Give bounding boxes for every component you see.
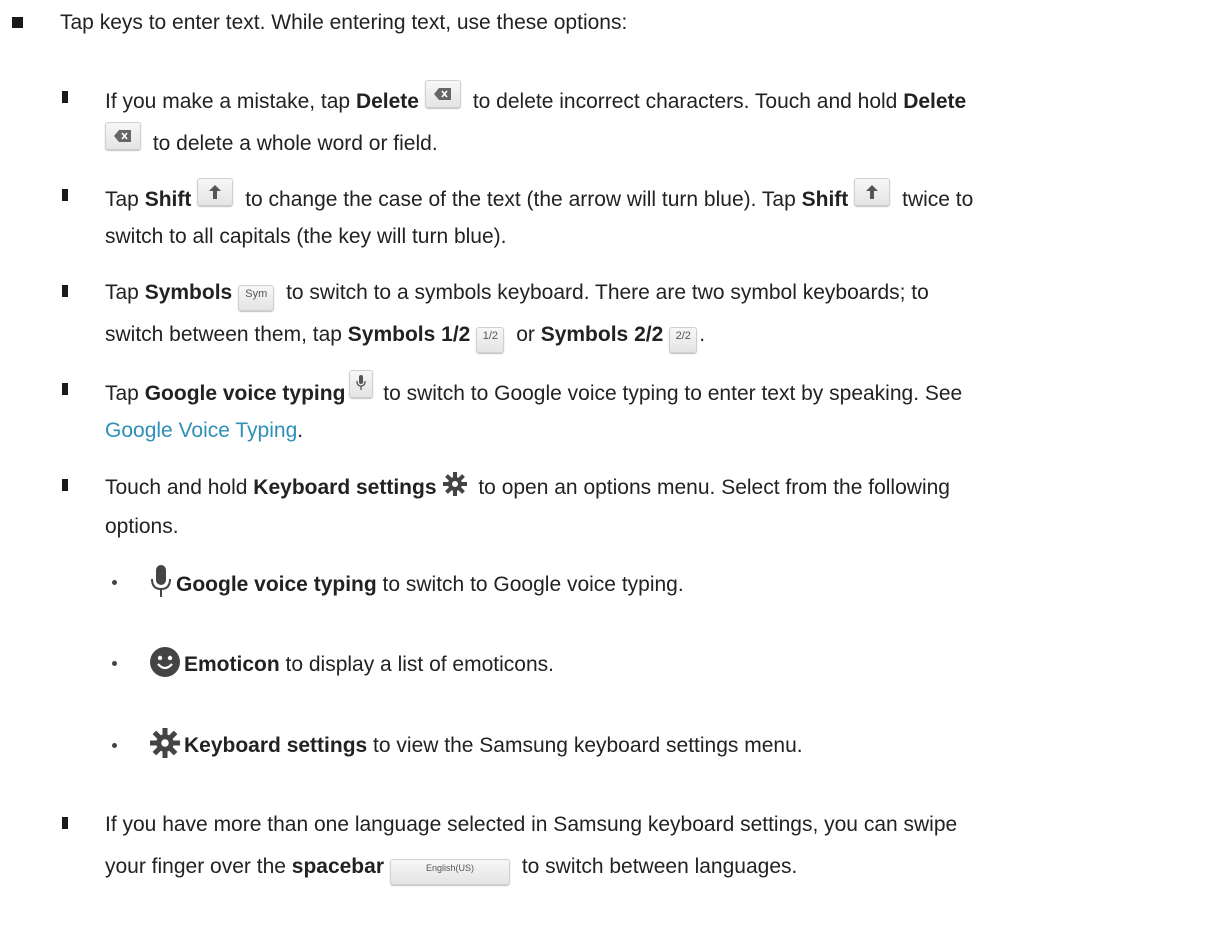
list-bullet [62,189,68,201]
language-item-line2: your finger over the spacebar English(US)… [105,852,797,891]
list-bullet [62,817,68,829]
list-bullet [62,479,68,491]
voice-item-line1: Tap Google voice typing to switch to Goo… [105,370,962,409]
list-bullet [62,91,68,103]
symbols-key-icon: Sym [238,285,275,311]
symbols-item-line1: Tap Symbols Sym to switch to a symbols ke… [105,278,929,317]
symbols-item-line2: switch between them, tap Symbols 1/2 1/2 … [105,320,705,359]
gear-icon [150,728,180,767]
emoticon-icon [150,647,180,686]
sub-list-bullet [112,743,117,748]
delete-key-icon [424,80,461,108]
settings-item-line1: Touch and hold Keyboard settings to open… [105,472,950,505]
microphone-key-icon [349,370,374,398]
symbols-1-2-key-icon: 1/2 [476,327,505,353]
delete-key-icon [105,122,141,150]
microphone-icon [150,565,172,606]
list-bullet [12,17,23,28]
delete-item-line2: to delete a whole word or field. [105,122,438,159]
shift-key-icon [854,178,891,206]
sub-item-settings: Keyboard settings to view the Samsung ke… [150,728,803,767]
sub-list-bullet [112,580,117,585]
shift-item-line1: Tap Shift to change the case of the text… [105,178,973,215]
symbols-2-2-key-icon: 2/2 [669,327,698,353]
shift-key-icon [197,178,234,206]
settings-item-line2: options. [105,515,179,538]
sub-item-emoticon: Emoticon to display a list of emoticons. [150,647,554,686]
sub-list-bullet [112,661,117,666]
voice-item-line2: Google Voice Typing. [105,419,304,442]
delete-item-line1: If you make a mistake, tap Delete to del… [105,80,966,117]
list-bullet [62,285,68,297]
google-voice-typing-link[interactable]: Google Voice Typing [105,419,297,442]
language-item-line1: If you have more than one language selec… [105,813,958,836]
spacebar-key-icon: English(US) [390,859,510,885]
gear-icon [442,472,467,505]
shift-item-line2: switch to all capitals (the key will tur… [105,225,507,248]
list-bullet [62,383,68,395]
intro-text: Tap keys to enter text. While entering t… [60,11,628,34]
sub-item-voice: Google voice typing to switch to Google … [150,565,684,606]
